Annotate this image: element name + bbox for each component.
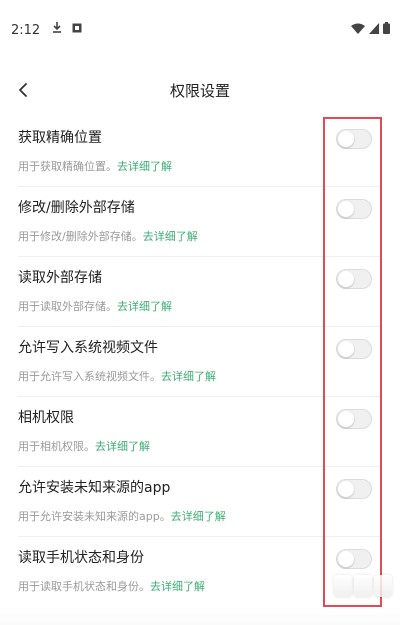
- permission-item-modify-storage: 修改/删除外部存储 用于修改/删除外部存储。去详细了解: [0, 187, 400, 257]
- signal-icon: [369, 22, 379, 34]
- permission-desc: 用于允许安装未知来源的app。去详细了解: [18, 508, 226, 524]
- permission-toggle[interactable]: [336, 339, 372, 359]
- toggle-knob: [338, 411, 354, 427]
- learn-more-link[interactable]: 去详细了解: [95, 440, 150, 453]
- page-title: 权限设置: [169, 82, 230, 100]
- header: 权限设置: [0, 70, 400, 112]
- permission-item-install-unknown: 允许安装未知来源的app 用于允许安装未知来源的app。去详细了解: [0, 467, 400, 537]
- permission-desc: 用于读取外部存储。去详细了解: [18, 298, 172, 314]
- toggle-knob: [338, 341, 354, 357]
- permission-toggle[interactable]: [336, 129, 372, 149]
- permission-title: 读取手机状态和身份: [18, 550, 144, 566]
- permission-desc: 用于获取精确位置。去详细了解: [18, 158, 172, 174]
- learn-more-link[interactable]: 去详细了解: [117, 300, 172, 313]
- toggle-knob: [338, 131, 354, 147]
- permission-toggle[interactable]: [336, 199, 372, 219]
- permission-item-write-video: 允许写入系统视频文件 用于允许写入系统视频文件。去详细了解: [0, 327, 400, 397]
- permission-desc-text: 用于相机权限。: [18, 440, 95, 453]
- permission-desc-text: 用于修改/删除外部存储。: [18, 230, 143, 243]
- permission-desc: 用于读取手机状态和身份。去详细了解: [18, 578, 205, 594]
- permission-desc-text: 用于读取外部存储。: [18, 300, 117, 313]
- status-icons-left: [52, 22, 82, 34]
- permission-desc-text: 用于允许写入系统视频文件。: [18, 370, 161, 383]
- permission-desc: 用于允许写入系统视频文件。去详细了解: [18, 368, 216, 384]
- toggle-knob: [338, 551, 354, 567]
- permission-toggle[interactable]: [336, 409, 372, 429]
- learn-more-link[interactable]: 去详细了解: [150, 580, 205, 593]
- learn-more-link[interactable]: 去详细了解: [161, 370, 216, 383]
- battery-icon: [383, 22, 390, 34]
- permission-item-location: 获取精确位置 用于获取精确位置。去详细了解: [0, 117, 400, 187]
- watermark-mark: [354, 575, 372, 597]
- status-icons-right: [351, 22, 390, 34]
- toggle-knob: [338, 271, 354, 287]
- download-icon: [52, 22, 62, 34]
- wifi-icon: [351, 23, 365, 34]
- permission-desc: 用于修改/删除外部存储。去详细了解: [18, 228, 198, 244]
- status-time: 2:12: [11, 23, 41, 38]
- permission-list: 获取精确位置 用于获取精确位置。去详细了解 修改/删除外部存储 用于修改/删除外…: [0, 117, 400, 607]
- permission-title: 允许写入系统视频文件: [18, 340, 158, 356]
- learn-more-link[interactable]: 去详细了解: [171, 510, 226, 523]
- permission-title: 允许安装未知来源的app: [18, 480, 171, 496]
- permission-toggle[interactable]: [336, 549, 372, 569]
- permission-item-camera: 相机权限 用于相机权限。去详细了解: [0, 397, 400, 467]
- status-bar: 2:12: [0, 0, 400, 64]
- permission-title: 修改/删除外部存储: [18, 200, 135, 216]
- watermark-mark: [374, 575, 392, 597]
- toggle-knob: [338, 481, 354, 497]
- permission-desc-text: 用于获取精确位置。: [18, 160, 117, 173]
- learn-more-link[interactable]: 去详细了解: [143, 230, 198, 243]
- permission-item-read-storage: 读取外部存储 用于读取外部存储。去详细了解: [0, 257, 400, 327]
- toggle-knob: [338, 201, 354, 217]
- permission-title: 相机权限: [18, 410, 74, 426]
- permission-toggle[interactable]: [336, 269, 372, 289]
- permission-toggle[interactable]: [336, 479, 372, 499]
- permission-desc: 用于相机权限。去详细了解: [18, 438, 150, 454]
- bottom-fade: [0, 607, 400, 625]
- permission-title: 获取精确位置: [18, 130, 102, 146]
- permission-title: 读取外部存储: [18, 270, 102, 286]
- square-notification-icon: [72, 23, 82, 33]
- learn-more-link[interactable]: 去详细了解: [117, 160, 172, 173]
- watermark-logo: [334, 575, 392, 597]
- permission-desc-text: 用于允许安装未知来源的app。: [18, 510, 171, 523]
- permission-desc-text: 用于读取手机状态和身份。: [18, 580, 150, 593]
- watermark-mark: [334, 575, 352, 597]
